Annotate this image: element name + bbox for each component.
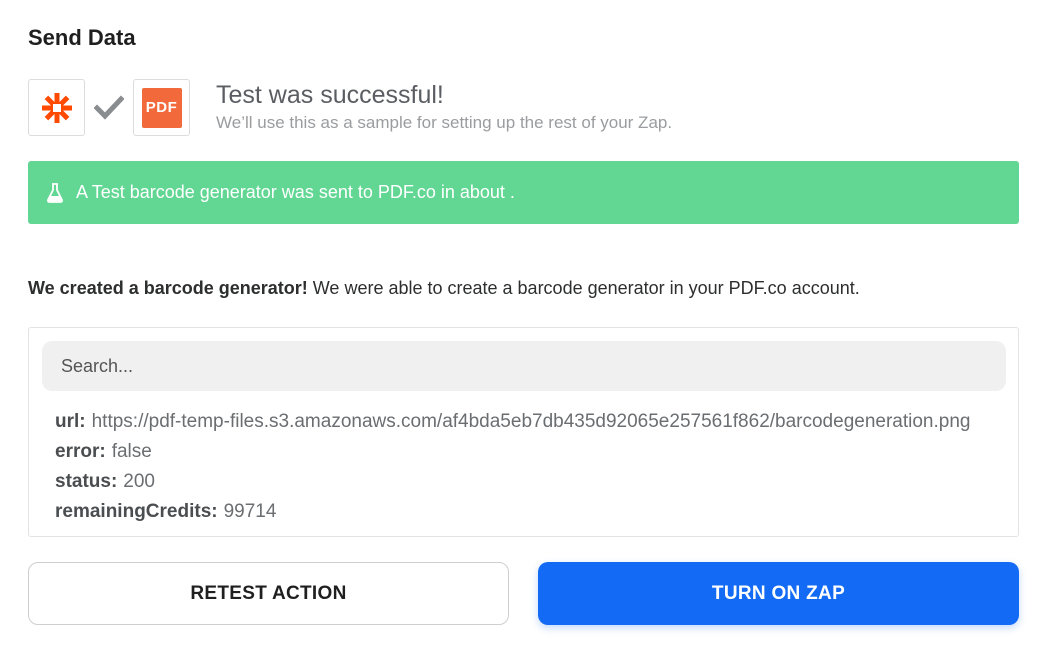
search-input[interactable] <box>42 341 1006 391</box>
field-value: https://pdf-temp-files.s3.amazonaws.com/… <box>91 411 971 432</box>
retest-action-button[interactable]: RETEST ACTION <box>28 562 509 625</box>
section-title: Send Data <box>28 25 136 50</box>
field-key: status: <box>55 471 118 492</box>
turn-on-zap-button[interactable]: TURN ON ZAP <box>538 562 1019 625</box>
result-message: We created a barcode generator! We were … <box>28 278 860 299</box>
test-status-title: Test was successful! <box>216 81 444 109</box>
send-data-page: Send Data PDF Test was successful! We’ll… <box>0 0 1042 663</box>
field-key: url: <box>55 411 86 432</box>
field-row-error: error: false <box>55 437 970 467</box>
field-row-status: status: 200 <box>55 467 970 497</box>
field-key: remainingCredits: <box>55 501 218 522</box>
field-list: url: https://pdf-temp-files.s3.amazonaws.… <box>55 407 970 527</box>
field-value: 99714 <box>223 501 277 522</box>
result-message-text: We were able to create a barcode generat… <box>307 278 860 298</box>
success-banner: A Test barcode generator was sent to PDF… <box>28 161 1019 224</box>
pdf-co-icon: PDF <box>141 87 182 128</box>
result-message-bold: We created a barcode generator! <box>28 278 308 298</box>
field-value: false <box>111 441 152 462</box>
field-key: error: <box>55 441 106 462</box>
test-status-subtitle: We’ll use this as a sample for setting u… <box>216 113 673 132</box>
sample-data-panel: url:https://pdf-temp-files.s3.amazonaws.… <box>28 327 1019 537</box>
field-row-url: url: https://pdf-temp-files.s3.amazonaws.… <box>55 407 970 437</box>
flask-icon <box>47 182 63 203</box>
zapier-icon <box>41 92 72 123</box>
zapier-app-tile <box>28 79 85 136</box>
field-row-remaining-credits: remainingCredits: 99714 <box>55 497 970 527</box>
pdf-co-app-tile: PDF <box>133 79 190 136</box>
field-value: 200 <box>123 471 155 492</box>
banner-text: A Test barcode generator was sent to PDF… <box>76 182 515 202</box>
check-icon <box>94 95 124 120</box>
